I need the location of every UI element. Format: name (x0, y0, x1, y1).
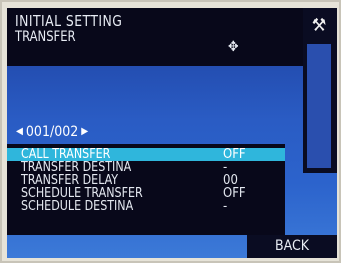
next-page-icon[interactable]: ▶ (78, 124, 91, 140)
page-indicator: ◀ 001/002 ▶ (13, 124, 91, 140)
title-bar: INITIAL SETTING TRANSFER ✥ (7, 8, 303, 66)
back-button[interactable]: BACK (247, 235, 337, 258)
settings-list: CALL TRANSFER OFF TRANSFER DESTINA - TRA… (7, 144, 285, 235)
prev-page-icon[interactable]: ◀ (13, 124, 26, 140)
item-value: - (223, 199, 228, 214)
item-label: SCHEDULE DESTINA (21, 199, 134, 214)
device-bezel: INITIAL SETTING TRANSFER ✥ ⚒ ◀ 001/002 ▶ C… (0, 0, 341, 263)
side-panel: ⚒ (303, 8, 337, 173)
tools-icon[interactable]: ⚒ (307, 16, 331, 36)
scrollbar[interactable] (307, 44, 331, 168)
page-title: INITIAL SETTING (15, 12, 123, 30)
move-cross-icon: ✥ (228, 39, 239, 55)
page-subtitle: TRANSFER (15, 29, 76, 45)
page-number: 001/002 (25, 124, 79, 140)
list-item-schedule-destination[interactable]: SCHEDULE DESTINA - (7, 200, 285, 213)
lcd-screen: INITIAL SETTING TRANSFER ✥ ⚒ ◀ 001/002 ▶ C… (7, 8, 337, 258)
